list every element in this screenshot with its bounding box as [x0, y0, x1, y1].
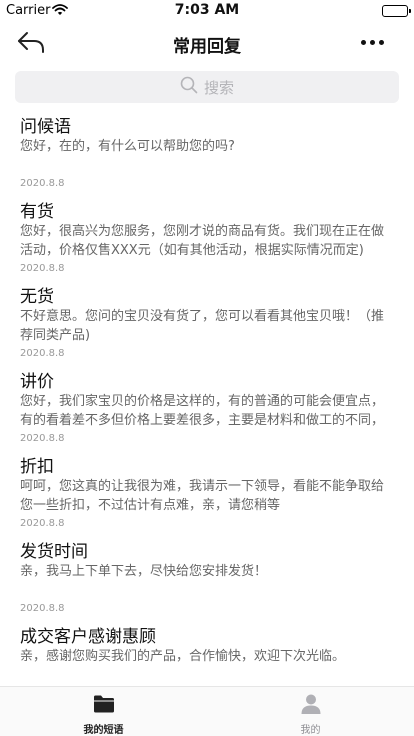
folder-icon — [93, 693, 115, 715]
page-title: 常用回复 — [173, 37, 241, 57]
item-title: 无货 — [20, 287, 54, 307]
search-input[interactable]: 搜索 — [15, 71, 399, 103]
item-content: 呵呵，您这真的让我很为难，我请示一下领导，看能不能争取给您一些折扣，不过估计有点… — [20, 479, 385, 513]
item-content: 亲，我马上下单下去，尽快给您安排发货！ — [20, 564, 268, 579]
item-content: 您好，很高兴为您服务，您刚才说的商品有货。我们现在正在做活动，价格仅售XXX元（… — [20, 224, 385, 258]
status-time: 7:03 AM — [174, 2, 240, 18]
item-date: 2020.8.8 — [20, 433, 65, 444]
search-placeholder: 搜索 — [203, 78, 234, 97]
item-title: 成交客户感谢惠顾 — [20, 627, 156, 647]
more-dots-icon[interactable] — [361, 40, 384, 45]
tab-label: 我的短语 — [83, 725, 124, 736]
item-date: 2020.8.8 — [20, 178, 65, 189]
item-date: 2020.8.8 — [20, 603, 65, 614]
item-title: 讲价 — [20, 372, 54, 392]
battery-icon — [382, 5, 411, 17]
nav-bar: 常用回复 — [0, 22, 414, 66]
search-icon — [180, 76, 198, 98]
tab-my-phrases[interactable]: 我的短语 — [0, 687, 207, 736]
item-title: 发货时间 — [20, 542, 88, 562]
tab-mine[interactable]: 我的 — [207, 687, 414, 736]
item-content: 您好，我们家宝贝的价格是这样的，有的普通的可能会便宜点，有的看着差不多但价格上要… — [20, 394, 385, 428]
item-date: 2020.8.8 — [20, 518, 65, 529]
item-content: 不好意思。您问的宝贝没有货了，您可以看看其他宝贝哦！（推荐同类产品) — [20, 309, 385, 343]
item-title: 折扣 — [20, 457, 54, 477]
item-date: 2020.8.8 — [20, 263, 65, 274]
item-date: 2020.8.8 — [20, 348, 65, 359]
status-bar: Carrier 7:03 AM — [0, 0, 414, 22]
tab-label: 我的 — [300, 725, 321, 736]
item-title: 有货 — [20, 202, 54, 222]
tab-bar: 我的短语 我的 — [0, 686, 414, 736]
item-content: 您好，在的，有什么可以帮助您的吗? — [20, 139, 235, 154]
item-content: 亲，感谢您购买我们的产品，合作愉快，欢迎下次光临。 — [20, 649, 346, 664]
person-icon — [300, 693, 322, 715]
item-title: 问候语 — [20, 117, 71, 137]
